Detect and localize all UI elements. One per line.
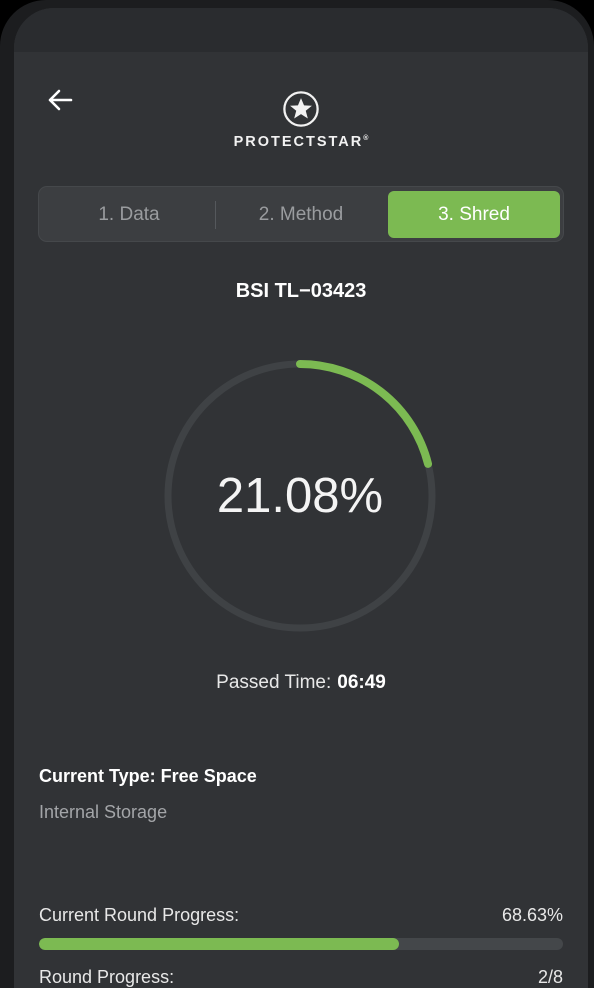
brand-logo: PROTECTSTAR® [14, 90, 588, 150]
current-round-label: Current Round Progress: [39, 905, 240, 925]
trademark-symbol: ® [363, 135, 369, 143]
shred-method-title: BSI TL−03423 [235, 280, 367, 302]
brand-text: PROTECTSTAR [233, 134, 364, 150]
passed-time-label: Passed Time: [216, 672, 332, 693]
star-badge-icon [283, 91, 319, 127]
brand-name: PROTECTSTAR® [234, 134, 369, 150]
passed-time-value: 06:49 [337, 672, 386, 693]
passed-time: Passed Time: 06:49 [14, 672, 588, 694]
step-data[interactable]: 1. Data [43, 191, 215, 238]
current-round-value: 68.63% [501, 905, 563, 925]
step-method[interactable]: 2. Method [215, 191, 387, 238]
current-round-progress-fill [39, 938, 399, 950]
app-screen: PROTECTSTAR® 1. Data 2. Method 3. Shred … [14, 8, 588, 988]
status-bar [14, 8, 588, 52]
step-indicator: 1. Data 2. Method 3. Shred [38, 186, 564, 242]
overall-percent: 21.08% [216, 469, 384, 523]
round-progress-label: Round Progress: [39, 967, 175, 987]
storage-name: Internal Storage [39, 802, 168, 822]
current-type: Current Type: Free Space [39, 766, 257, 786]
current-round-progress-bar [39, 938, 563, 950]
round-progress-value: 2/8 [537, 967, 563, 987]
step-shred[interactable]: 3. Shred [388, 191, 560, 238]
device-frame: PROTECTSTAR® 1. Data 2. Method 3. Shred … [0, 0, 594, 988]
